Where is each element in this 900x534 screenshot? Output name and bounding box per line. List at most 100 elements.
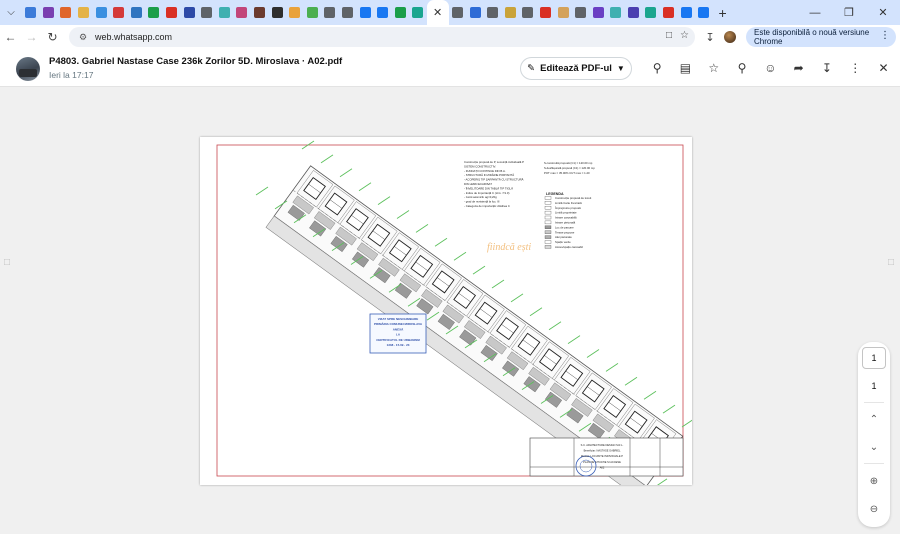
browser-tab[interactable] <box>391 0 409 25</box>
browser-tab[interactable] <box>180 0 198 25</box>
browser-tab[interactable] <box>677 0 695 25</box>
browser-tab[interactable] <box>110 0 128 25</box>
browser-tab[interactable] <box>589 0 607 25</box>
chrome-update-label: Este disponibilă o nouă versiune Chrome <box>754 28 870 46</box>
browser-tab[interactable] <box>501 0 519 25</box>
legend-label: Alei pietonale <box>555 235 572 239</box>
legend-swatch <box>544 225 552 229</box>
forward-icon[interactable]: ➦ <box>784 59 812 77</box>
address-url[interactable]: web.whatsapp.com <box>95 32 172 42</box>
new-tab-plus-icon[interactable]: + <box>713 0 733 25</box>
browser-tab[interactable] <box>554 0 572 25</box>
more-options-icon[interactable]: ⋮ <box>841 59 869 77</box>
emoji-icon[interactable]: ☺ <box>756 59 784 77</box>
legend-label: Terase propuse <box>555 230 575 234</box>
back-arrow-icon[interactable]: ← <box>0 25 21 49</box>
browser-tab[interactable] <box>607 0 625 25</box>
browser-tab[interactable] <box>409 0 427 25</box>
browser-tab[interactable] <box>251 0 269 25</box>
bookmark-star-icon[interactable]: ☆ <box>680 30 689 41</box>
legend-swatch <box>544 235 552 239</box>
tree-mark <box>662 404 676 414</box>
browser-tab[interactable] <box>484 0 502 25</box>
browser-tab[interactable] <box>75 0 93 25</box>
tab-favicon-icon <box>218 7 230 18</box>
previous-page-chevron-icon[interactable]: ⌃ <box>862 408 886 430</box>
browser-tab[interactable] <box>145 0 163 25</box>
browser-tab[interactable] <box>374 0 392 25</box>
chrome-update-button[interactable]: Este disponibilă o nouă versiune Chrome … <box>746 27 896 47</box>
browser-tab[interactable] <box>92 0 110 25</box>
browser-tab[interactable] <box>660 0 678 25</box>
browser-tab[interactable] <box>449 0 467 25</box>
note-line: Construcție propusă de P, Locuință indiv… <box>464 160 524 164</box>
browser-tab[interactable] <box>128 0 146 25</box>
browser-tab[interactable] <box>695 0 713 25</box>
tree-mark <box>567 335 581 344</box>
stamp-line: CERTIFICATUL DE URBANISM <box>376 338 420 342</box>
close-icon[interactable]: ✕ <box>869 59 897 77</box>
close-window-icon[interactable]: ✕ <box>866 0 900 25</box>
tab-favicon-icon <box>539 7 551 18</box>
tab-favicon-icon <box>359 7 371 18</box>
legend-swatch <box>544 206 552 210</box>
download-icon[interactable]: ↧ <box>813 59 841 77</box>
browser-tab[interactable] <box>22 0 40 25</box>
next-page-chevron-icon[interactable]: ⌄ <box>862 436 886 458</box>
go-to-message-icon[interactable]: ▤ <box>671 59 699 77</box>
browser-tab[interactable] <box>286 0 304 25</box>
browser-tab[interactable] <box>625 0 643 25</box>
restore-icon[interactable]: ❐ <box>832 0 866 25</box>
browser-tab[interactable] <box>163 0 181 25</box>
browser-tab[interactable] <box>57 0 75 25</box>
tab-search-chevron-icon[interactable]: ⌵ <box>0 0 22 25</box>
browser-tab[interactable] <box>537 0 555 25</box>
downloads-icon[interactable]: ↧ <box>702 31 718 44</box>
close-tab-icon[interactable]: ✕ <box>433 6 442 19</box>
browser-tab[interactable] <box>339 0 357 25</box>
browser-tab[interactable] <box>268 0 286 25</box>
browser-tab[interactable] <box>198 0 216 25</box>
pencil-icon: ✎ <box>527 63 536 74</box>
tree-mark <box>586 349 600 358</box>
forward-arrow-icon[interactable]: → <box>21 25 42 49</box>
site-settings-icon[interactable]: ⚙ <box>73 32 93 43</box>
zoom-in-icon[interactable]: ⊕ <box>862 470 886 492</box>
browser-tab[interactable] <box>466 0 484 25</box>
pdf-page[interactable]: fiindcă ești Construcție propusă de P, L… <box>200 137 692 485</box>
panel-divider <box>864 463 884 464</box>
zoom-out-icon[interactable]: ⊖ <box>862 498 886 520</box>
search-icon[interactable]: ⚲ <box>643 59 671 77</box>
current-page-indicator[interactable]: 1 <box>862 347 886 369</box>
tab-favicon-icon <box>575 7 587 18</box>
install-app-icon[interactable]: □ <box>666 30 672 41</box>
browser-tab[interactable] <box>216 0 234 25</box>
reload-icon[interactable]: ↻ <box>42 25 63 49</box>
chrome-menu-icon[interactable]: ⋮ <box>880 30 890 41</box>
edit-pdf-button[interactable]: ✎ Editează PDF-ul ▼ <box>520 57 632 80</box>
browser-tab[interactable] <box>572 0 590 25</box>
tab-favicon-icon <box>25 7 37 18</box>
pin-icon[interactable]: ⚲ <box>728 59 756 77</box>
active-tab[interactable]: ✕ <box>426 0 449 25</box>
tab-favicon-icon <box>289 7 301 18</box>
profile-avatar[interactable] <box>724 31 736 43</box>
browser-tab[interactable] <box>356 0 374 25</box>
file-title: P4803. Gabriel Nastase Case 236k Zorilor… <box>49 56 343 67</box>
star-icon[interactable]: ☆ <box>700 59 728 77</box>
tree-mark <box>491 279 505 289</box>
legend-swatch <box>544 220 552 225</box>
legend-label: Împrejmuire propusă <box>554 205 581 210</box>
browser-tab[interactable] <box>642 0 660 25</box>
address-bar[interactable]: ⚙ web.whatsapp.com □ ☆ <box>69 27 695 47</box>
minimize-icon[interactable]: — <box>798 0 832 25</box>
browser-tab[interactable] <box>233 0 251 25</box>
sender-avatar[interactable] <box>16 57 40 81</box>
browser-tab[interactable] <box>40 0 58 25</box>
note-line: - zonă seismică: ag=0,20g <box>464 195 497 199</box>
tree-mark <box>453 251 467 261</box>
legend-label: Limită Carte Funciară <box>555 201 582 205</box>
browser-tab[interactable] <box>519 0 537 25</box>
browser-tab[interactable] <box>321 0 339 25</box>
browser-tab[interactable] <box>304 0 322 25</box>
